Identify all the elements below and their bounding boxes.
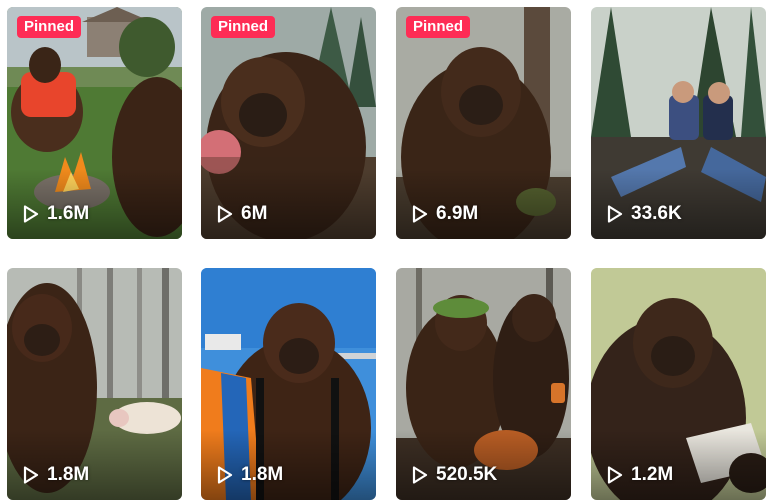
video-tile[interactable]: Pinned 1.6M	[7, 7, 182, 239]
video-tile[interactable]: Pinned 6M	[201, 7, 376, 239]
view-count-label: 1.6M	[47, 203, 90, 224]
pinned-badge: Pinned	[211, 16, 276, 38]
view-count-label: 1.2M	[631, 464, 674, 485]
video-tile[interactable]: 520.5K	[396, 268, 571, 500]
video-grid: Pinned 1.6M Pinned 6M Pinned 6.9M 33.6K …	[0, 0, 777, 504]
play-icon	[217, 466, 233, 484]
view-count-label: 33.6K	[631, 203, 682, 224]
play-icon	[217, 205, 233, 223]
view-count: 1.6M	[23, 203, 89, 225]
video-tile[interactable]: 1.2M	[591, 268, 766, 500]
view-count: 6.9M	[412, 203, 478, 225]
play-icon	[607, 205, 623, 223]
play-icon	[412, 205, 428, 223]
view-count: 1.8M	[23, 464, 89, 486]
view-count-label: 6.9M	[436, 203, 479, 224]
view-count: 33.6K	[607, 203, 682, 225]
play-icon	[607, 466, 623, 484]
video-tile[interactable]: 1.8M	[7, 268, 182, 500]
view-count: 520.5K	[412, 464, 497, 486]
video-tile[interactable]: 1.8M	[201, 268, 376, 500]
view-count-label: 1.8M	[47, 464, 90, 485]
video-tile[interactable]: Pinned 6.9M	[396, 7, 571, 239]
pinned-badge: Pinned	[17, 16, 82, 38]
play-icon	[23, 205, 39, 223]
view-count-label: 520.5K	[436, 464, 498, 485]
play-icon	[412, 466, 428, 484]
view-count: 6M	[217, 203, 267, 225]
play-icon	[23, 466, 39, 484]
video-tile[interactable]: 33.6K	[591, 7, 766, 239]
view-count: 1.2M	[607, 464, 673, 486]
pinned-badge: Pinned	[406, 16, 471, 38]
view-count-label: 6M	[241, 203, 268, 224]
view-count-label: 1.8M	[241, 464, 284, 485]
view-count: 1.8M	[217, 464, 283, 486]
